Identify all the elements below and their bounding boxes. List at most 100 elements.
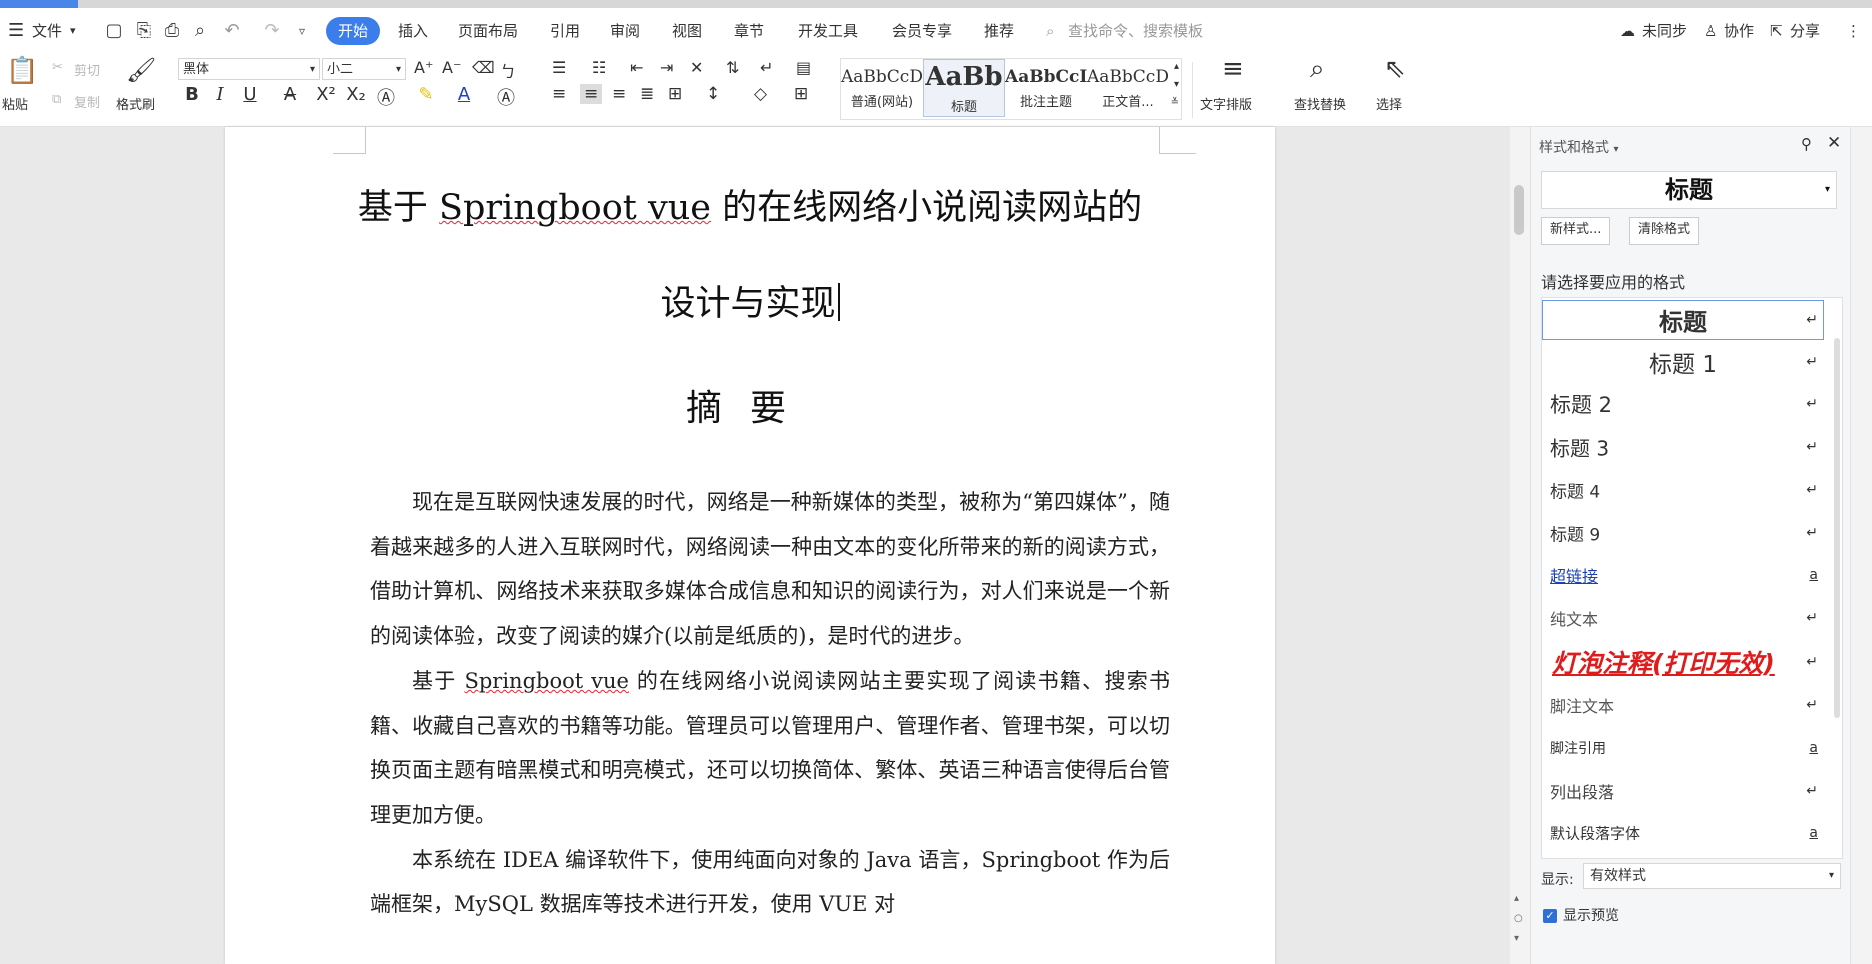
save-icon[interactable]: ▢ <box>104 21 124 41</box>
style-item-hyperlink[interactable]: 超链接 a <box>1542 555 1824 595</box>
grow-font-icon[interactable]: A⁺ <box>414 58 433 77</box>
sort-icon[interactable]: ⇅ <box>726 58 739 77</box>
tab-insert[interactable]: 插入 <box>398 8 428 54</box>
superscript-icon[interactable]: X² <box>314 84 338 105</box>
scroll-down-icon[interactable]: ▾ <box>1514 933 1519 944</box>
tab-page-layout[interactable]: 页面布局 <box>458 8 518 54</box>
export-pdf-icon[interactable]: ⎘ <box>134 21 154 41</box>
bold-icon[interactable]: B <box>180 84 204 105</box>
find-replace-button[interactable]: 查找替换 <box>1294 94 1346 113</box>
user-icon[interactable]: ♙ <box>1704 8 1717 54</box>
shading-icon[interactable]: ◇ <box>754 84 767 104</box>
increase-indent-icon[interactable]: ⇥ <box>660 58 673 77</box>
chinese-layout-icon[interactable]: ✕ <box>690 58 703 77</box>
scissors-icon[interactable]: ✂ <box>52 60 63 75</box>
close-icon[interactable]: ✕ <box>1827 133 1841 153</box>
style-item-footnote-ref[interactable]: 脚注引用 a <box>1542 728 1824 768</box>
print-preview-icon[interactable]: ⌕ <box>190 21 210 41</box>
bullet-list-icon[interactable]: ☰ <box>552 58 566 77</box>
style-item-bulb-note[interactable]: 灯泡注释(打印无效) ↵ <box>1542 642 1824 682</box>
scroll-down-icon[interactable]: ▾ <box>1174 79 1179 90</box>
clear-format-button[interactable]: 清除格式 <box>1629 217 1700 245</box>
style-item-heading1[interactable]: 标题 1 ↵ <box>1542 342 1824 382</box>
undo-icon[interactable]: ↶ <box>222 21 242 41</box>
text-layout-button[interactable]: 文字排版 <box>1200 94 1252 113</box>
style-normal[interactable]: AaBbCcDd 普通(网站) <box>841 59 923 117</box>
page-dot-icon[interactable]: ○ <box>1514 913 1523 924</box>
scroll-up-icon[interactable]: ▴ <box>1514 893 1519 904</box>
pin-icon[interactable]: ⚲ <box>1801 135 1812 153</box>
file-menu[interactable]: 文件 <box>32 8 62 54</box>
show-select[interactable]: 有效样式 ▾ <box>1583 863 1841 889</box>
style-item-heading9[interactable]: 标题 9 ↵ <box>1542 513 1824 553</box>
font-size-select[interactable]: 小二 ▾ <box>322 58 406 80</box>
tab-section[interactable]: 章节 <box>734 8 764 54</box>
new-style-button[interactable]: 新样式... <box>1541 217 1611 245</box>
italic-icon[interactable]: I <box>208 84 232 105</box>
expand-styles-icon[interactable]: ≚ <box>1171 97 1179 108</box>
paste-button[interactable]: 粘贴 <box>2 94 28 113</box>
redo-icon[interactable]: ↷ <box>262 21 282 41</box>
tab-view[interactable]: 视图 <box>672 8 702 54</box>
underline-icon[interactable]: U <box>238 84 262 105</box>
document-scrollbar[interactable]: ▴ ○ ▾ <box>1510 127 1530 964</box>
style-body-first[interactable]: AaBbCcD 正文首... <box>1087 59 1169 117</box>
print-icon[interactable]: ⎙ <box>162 21 182 41</box>
strikethrough-icon[interactable]: A <box>278 84 302 105</box>
scroll-thumb[interactable] <box>1514 185 1524 235</box>
scroll-up-icon[interactable]: ▴ <box>1174 61 1179 72</box>
align-center-icon[interactable]: ≡ <box>580 84 603 104</box>
text-effect-icon[interactable]: Ⓐ <box>374 84 398 110</box>
hamburger-icon[interactable]: ☰ <box>8 8 24 54</box>
select-button[interactable]: 选择 <box>1376 94 1402 113</box>
share-icon[interactable]: ⇱ <box>1770 8 1783 54</box>
style-item-list-paragraph[interactable]: 列出段落 ↵ <box>1542 771 1824 811</box>
style-item-heading4[interactable]: 标题 4 ↵ <box>1542 470 1824 510</box>
panel-title[interactable]: 样式和格式 ▾ <box>1539 137 1618 157</box>
search-icon[interactable]: ⌕ <box>1046 8 1054 54</box>
highlight-icon[interactable]: ✎ <box>414 84 438 105</box>
style-item-heading2[interactable]: 标题 2 ↵ <box>1542 384 1824 424</box>
tab-references[interactable]: 引用 <box>550 8 580 54</box>
tab-review[interactable]: 审阅 <box>610 8 640 54</box>
clear-format-icon[interactable]: ⌫ <box>472 58 495 77</box>
share-button[interactable]: 分享 <box>1790 8 1820 54</box>
sync-status[interactable]: 未同步 <box>1642 8 1687 54</box>
tab-member[interactable]: 会员专享 <box>892 8 952 54</box>
line-spacing-icon[interactable]: ↕ <box>706 84 720 104</box>
decrease-indent-icon[interactable]: ⇤ <box>630 58 643 77</box>
distribute-icon[interactable]: ⊞ <box>668 84 682 104</box>
phonetic-icon[interactable]: ㄅ <box>500 58 516 82</box>
table-tools-icon[interactable]: ▤ <box>796 58 811 77</box>
numbered-list-icon[interactable]: ☷ <box>592 58 606 77</box>
style-title[interactable]: AaBb 标题 <box>923 59 1005 117</box>
font-name-select[interactable]: 黑体 ▾ <box>178 58 320 80</box>
customize-icon[interactable]: ▿ <box>292 21 312 41</box>
find-icon[interactable]: ⌕ <box>1310 54 1325 85</box>
document-page[interactable]: 基于 Springboot vue 的在线网络小说阅读网站的 设计与实现 摘要 … <box>225 127 1275 964</box>
current-style-select[interactable]: 标题 ▾ <box>1541 171 1837 209</box>
align-left-icon[interactable]: ≡ <box>552 84 566 104</box>
font-color-icon[interactable]: A <box>452 84 476 105</box>
more-icon[interactable]: ⋮ <box>1846 8 1861 54</box>
copy-button[interactable]: 复制 <box>74 92 100 111</box>
format-painter-icon[interactable]: 🖌 <box>126 56 156 84</box>
style-list-scrollbar[interactable] <box>1834 338 1840 718</box>
shrink-font-icon[interactable]: A⁻ <box>442 58 461 77</box>
collab-button[interactable]: 协作 <box>1724 8 1754 54</box>
tab-developer[interactable]: 开发工具 <box>798 8 858 54</box>
style-item-plain-text[interactable]: 纯文本 ↵ <box>1542 598 1824 638</box>
align-right-icon[interactable]: ≡ <box>612 84 626 104</box>
borders-icon[interactable]: ⊞ <box>794 84 808 104</box>
tab-home[interactable]: 开始 <box>326 17 381 45</box>
subscript-icon[interactable]: X₂ <box>344 84 368 105</box>
preview-checkbox[interactable]: ✓ <box>1543 909 1557 923</box>
chevron-down-icon[interactable]: ▾ <box>70 8 76 54</box>
command-search[interactable]: 查找命令、搜索模板 <box>1068 8 1203 54</box>
style-item-heading3[interactable]: 标题 3 ↵ <box>1542 427 1824 467</box>
cloud-icon[interactable]: ☁ <box>1620 8 1635 54</box>
cursor-icon[interactable]: ⇖ <box>1384 54 1406 84</box>
cut-button[interactable]: 剪切 <box>74 60 100 79</box>
style-item-title[interactable]: 标题 ↵ <box>1542 300 1824 340</box>
tab-recommend[interactable]: 推荐 <box>984 8 1014 54</box>
